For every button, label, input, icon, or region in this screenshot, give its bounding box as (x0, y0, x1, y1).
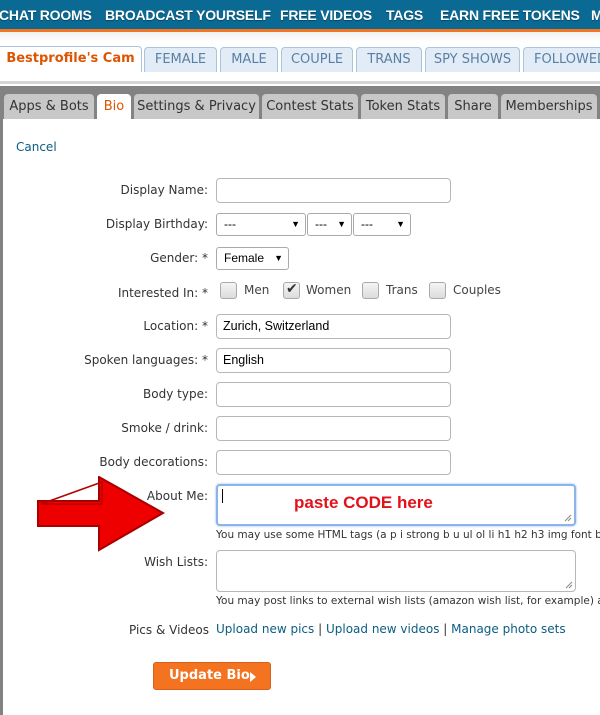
link-separator: | (314, 622, 326, 636)
nav-broadcast-yourself[interactable]: BROADCAST YOURSELF (105, 7, 271, 23)
gender-label: Gender: * (150, 251, 208, 265)
red-arrow-annotation-icon (37, 476, 166, 552)
tab-trans[interactable]: TRANS (356, 47, 422, 72)
upload-new-videos-link[interactable]: Upload new videos (326, 622, 440, 636)
paste-code-annotation: paste CODE here (294, 493, 433, 512)
body-decorations-input[interactable] (216, 450, 451, 475)
update-bio-label: Update Bio (169, 668, 250, 683)
update-bio-button[interactable]: Update Bio (153, 662, 271, 690)
smoke-drink-label: Smoke / drink: (121, 421, 208, 435)
smoke-drink-input[interactable] (216, 416, 451, 441)
tab-token-stats[interactable]: Token Stats (361, 94, 445, 119)
cancel-link[interactable]: Cancel (16, 140, 57, 154)
birthday-month-value: --- (224, 217, 236, 231)
tab-settings-privacy[interactable]: Settings & Privacy (134, 94, 259, 119)
birthday-year-select[interactable]: --- ▼ (353, 213, 411, 236)
interested-in-label: Interested In: * (117, 286, 208, 300)
nav-earn-free-tokens[interactable]: EARN FREE TOKENS (440, 7, 580, 23)
birthday-year-value: --- (361, 217, 373, 231)
display-name-label: Display Name: (120, 183, 209, 197)
wish-lists-label: Wish Lists: (144, 555, 208, 569)
chevron-down-icon: ▼ (274, 253, 283, 263)
body-type-input[interactable] (216, 382, 451, 407)
tab-male[interactable]: MALE (220, 47, 278, 72)
nav-chat-rooms[interactable]: CHAT ROOMS (0, 7, 92, 23)
link-separator: | (439, 622, 452, 636)
tab-female[interactable]: FEMALE (144, 47, 217, 72)
gender-value: Female (224, 251, 265, 265)
chevron-down-icon: ▼ (337, 219, 346, 229)
resize-grip-icon[interactable] (565, 581, 573, 589)
spoken-languages-input[interactable]: English (216, 348, 451, 373)
tab-share[interactable]: Share (448, 94, 498, 119)
pics-videos-label: Pics & Videos (128, 623, 209, 637)
tab-my-cam[interactable]: Bestprofile's Cam (0, 46, 142, 72)
tab-memberships[interactable]: Memberships (501, 94, 597, 119)
gender-select[interactable]: Female ▼ (216, 247, 289, 270)
checkbox-women[interactable]: ✔ (283, 281, 300, 299)
birthday-day-select[interactable]: --- ▼ (307, 213, 352, 236)
pics-videos-links: Upload new pics | Upload new videos | Ma… (216, 622, 566, 636)
about-me-hint: You may use some HTML tags (a p i strong… (216, 529, 600, 541)
checkbox-trans-label[interactable]: Trans (386, 283, 418, 297)
checkbox-men-label[interactable]: Men (244, 283, 269, 297)
location-input[interactable]: Zurich, Switzerland (216, 314, 451, 339)
tab-apps-bots[interactable]: Apps & Bots (4, 94, 94, 119)
wish-lists-hint: You may post links to external wish list… (216, 595, 600, 607)
nav-more[interactable]: M (591, 7, 600, 23)
checkbox-women-label[interactable]: Women (306, 283, 351, 297)
chevron-down-icon: ▼ (396, 219, 405, 229)
checkbox-couples-label[interactable]: Couples (453, 283, 501, 297)
body-decorations-label: Body decorations: (99, 455, 208, 469)
wish-lists-textarea[interactable] (216, 550, 576, 592)
location-label: Location: * (143, 319, 208, 333)
display-name-input[interactable] (216, 178, 451, 203)
display-birthday-label: Display Birthday: (105, 217, 208, 231)
tab-followed[interactable]: FOLLOWED (523, 47, 600, 72)
spoken-languages-label: Spoken languages: * (84, 353, 208, 367)
tab-couple[interactable]: COUPLE (281, 47, 353, 72)
tab-bio[interactable]: Bio (97, 94, 131, 119)
manage-photo-sets-link[interactable]: Manage photo sets (451, 622, 566, 636)
tab-spy-shows[interactable]: SPY SHOWS (425, 47, 520, 72)
checkbox-men[interactable] (220, 282, 237, 299)
nav-free-videos[interactable]: FREE VIDEOS (280, 7, 372, 23)
checkbox-couples[interactable] (429, 282, 446, 299)
tab-contest-stats[interactable]: Contest Stats (262, 94, 358, 119)
body-type-label: Body type: (143, 387, 208, 401)
birthday-day-value: --- (315, 217, 327, 231)
checkbox-trans[interactable] (362, 282, 379, 299)
top-nav: CHAT ROOMS BROADCAST YOURSELF FREE VIDEO… (0, 0, 600, 32)
checkmark-icon: ✔ (286, 281, 298, 297)
text-cursor (222, 489, 223, 503)
play-arrow-icon (250, 672, 256, 682)
birthday-month-select[interactable]: --- ▼ (216, 213, 306, 236)
chevron-down-icon: ▼ (291, 219, 300, 229)
nav-tags[interactable]: TAGS (386, 7, 423, 23)
upload-new-pics-link[interactable]: Upload new pics (216, 622, 314, 636)
resize-grip-icon[interactable] (564, 514, 572, 522)
